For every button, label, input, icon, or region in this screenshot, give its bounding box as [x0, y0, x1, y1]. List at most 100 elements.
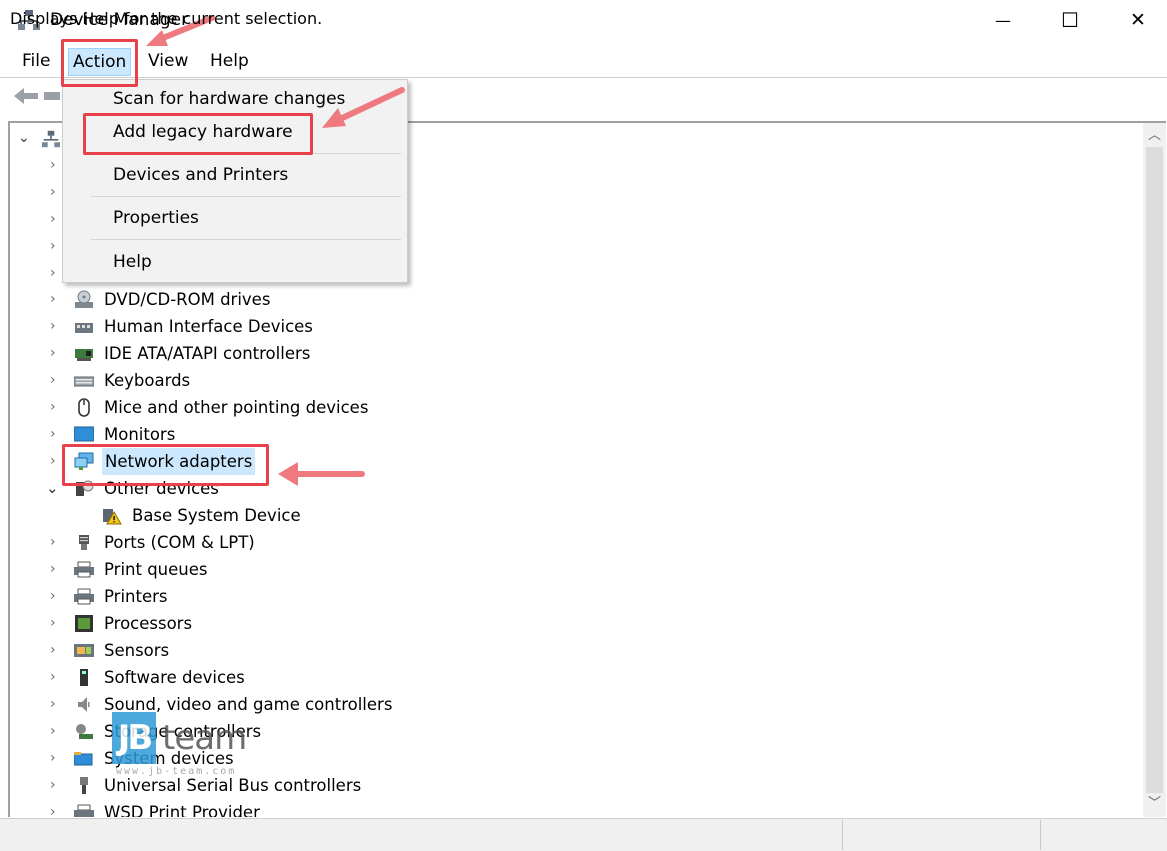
speaker-icon [78, 697, 90, 712]
tree-item-label: Mice and other pointing devices [104, 398, 369, 417]
status-divider [1040, 820, 1041, 850]
tree-item-base-system-device[interactable]: Base System Device [10, 502, 710, 529]
chevron-right-icon[interactable]: › [50, 286, 56, 313]
tree-row[interactable]: › [10, 233, 70, 260]
annotation-arrow-icon [322, 87, 405, 128]
scroll-up-icon[interactable]: ︿ [1143, 125, 1166, 147]
chevron-right-icon[interactable]: › [50, 448, 56, 475]
processor-icon [75, 615, 93, 632]
chevron-right-icon[interactable]: › [50, 233, 56, 260]
chevron-right-icon[interactable]: › [50, 745, 56, 772]
status-bar [0, 818, 1167, 851]
scroll-down-icon[interactable]: ﹀ [1143, 793, 1166, 815]
chevron-right-icon[interactable]: › [50, 610, 56, 637]
annotation-box-add-legacy [83, 113, 313, 155]
chevron-right-icon[interactable]: › [50, 718, 56, 745]
minimize-button[interactable]: — [975, 0, 1031, 40]
vertical-scrollbar[interactable]: ︿ ﹀ [1143, 123, 1166, 817]
chevron-right-icon[interactable]: › [50, 556, 56, 583]
chevron-right-icon[interactable]: › [50, 664, 56, 691]
warning-device-icon [103, 509, 122, 525]
chevron-right-icon[interactable]: › [50, 340, 56, 367]
chevron-down-icon[interactable]: ⌄ [46, 475, 59, 502]
menu-item-properties[interactable]: Properties [113, 208, 199, 228]
tree-item-printers[interactable]: › Printers [10, 583, 710, 610]
maximize-icon: ☐ [1061, 8, 1079, 32]
chevron-right-icon[interactable]: › [50, 637, 56, 664]
menu-item-scan-hardware[interactable]: Scan for hardware changes [113, 89, 345, 109]
chevron-right-icon[interactable]: › [50, 206, 56, 233]
chevron-right-icon[interactable]: › [50, 691, 56, 718]
storage-controller-icon [76, 724, 93, 739]
tree-item-label: Software devices [104, 668, 245, 687]
tree-row[interactable]: › [10, 260, 70, 287]
close-button[interactable]: ✕ [1110, 0, 1166, 40]
tree-item-label: Keyboards [104, 371, 191, 390]
annotation-box-network-adapters [62, 444, 269, 486]
tree-row[interactable]: › [10, 179, 70, 206]
watermark-text: team [162, 718, 247, 758]
chevron-right-icon[interactable]: › [50, 260, 56, 287]
tree-row[interactable]: › [10, 152, 70, 179]
scrollbar-thumb[interactable] [1146, 147, 1163, 793]
mouse-icon [78, 398, 90, 417]
tree-item-label: DVD/CD-ROM drives [104, 290, 271, 309]
chevron-right-icon[interactable]: › [50, 421, 56, 448]
menu-divider [0, 77, 1167, 78]
chevron-right-icon[interactable]: › [50, 313, 56, 340]
tree-item-print-queues[interactable]: › Print queues [10, 556, 710, 583]
printer-icon [74, 588, 94, 605]
menu-item-help[interactable]: Help [113, 252, 152, 272]
tree-item-ide-ata-atapi-controllers[interactable]: › IDE ATA/ATAPI controllers [10, 340, 710, 367]
watermark-logo: JB [112, 712, 156, 764]
tree-item-keyboards[interactable]: › Keyboards [10, 367, 710, 394]
menu-view[interactable]: View [144, 48, 192, 74]
tree-item-label: WSD Print Provider [104, 803, 260, 817]
tree-item-ports[interactable]: › Ports (COM & LPT) [10, 529, 710, 556]
close-icon: ✕ [1130, 9, 1146, 31]
tree-item-dvd-cd-rom-drives[interactable]: › DVD/CD-ROM drives [10, 286, 710, 313]
chevron-right-icon[interactable]: › [50, 799, 56, 817]
hid-icon [75, 323, 93, 333]
printer-icon [74, 561, 94, 578]
chevron-right-icon[interactable]: › [50, 152, 56, 179]
tree-item-sensors[interactable]: › Sensors [10, 637, 710, 664]
ide-controller-icon [75, 349, 93, 361]
monitor-icon [74, 426, 94, 442]
chevron-right-icon[interactable]: › [50, 772, 56, 799]
tree-item-mice[interactable]: › Mice and other pointing devices [10, 394, 710, 421]
menu-help[interactable]: Help [206, 48, 253, 74]
software-device-icon [80, 669, 88, 686]
tree-item-human-interface-devices[interactable]: › Human Interface Devices [10, 313, 710, 340]
tree-item-label: Human Interface Devices [104, 317, 313, 336]
menu-file[interactable]: File [18, 48, 54, 74]
annotation-box-action [61, 39, 138, 87]
menu-separator [91, 196, 401, 197]
tree-item-label: Base System Device [132, 506, 301, 525]
system-devices-icon [74, 752, 93, 766]
chevron-down-icon[interactable]: ⌄ [18, 125, 30, 152]
minimize-icon: — [995, 10, 1011, 30]
tree-item-processors[interactable]: › Processors [10, 610, 710, 637]
tree-item-label: Print queues [104, 560, 208, 579]
chevron-right-icon[interactable]: › [50, 394, 56, 421]
menu-item-devices-and-printers[interactable]: Devices and Printers [113, 165, 288, 185]
chevron-right-icon[interactable]: › [50, 179, 56, 206]
tree-item-label: Sensors [104, 641, 170, 660]
forward-arrow-icon[interactable] [44, 92, 60, 100]
chevron-right-icon[interactable]: › [50, 529, 56, 556]
tree-item-label: Ports (COM & LPT) [104, 533, 255, 552]
back-arrow-icon[interactable] [12, 86, 40, 106]
computer-icon [42, 130, 60, 148]
tree-item-label: IDE ATA/ATAPI controllers [104, 344, 311, 363]
tree-item-software-devices[interactable]: › Software devices [10, 664, 710, 691]
chevron-right-icon[interactable]: › [50, 583, 56, 610]
tree-item-label: Printers [104, 587, 168, 606]
watermark: JB team www.jb-team.com [112, 712, 262, 782]
chevron-right-icon[interactable]: › [50, 367, 56, 394]
tree-item-wsd-print-provider[interactable]: › WSD Print Provider [10, 799, 710, 817]
status-text: Displays Help for the current selection. [10, 9, 323, 28]
watermark-url: www.jb-team.com [116, 766, 237, 777]
maximize-button[interactable]: ☐ [1042, 0, 1098, 40]
tree-row[interactable]: › [10, 206, 70, 233]
